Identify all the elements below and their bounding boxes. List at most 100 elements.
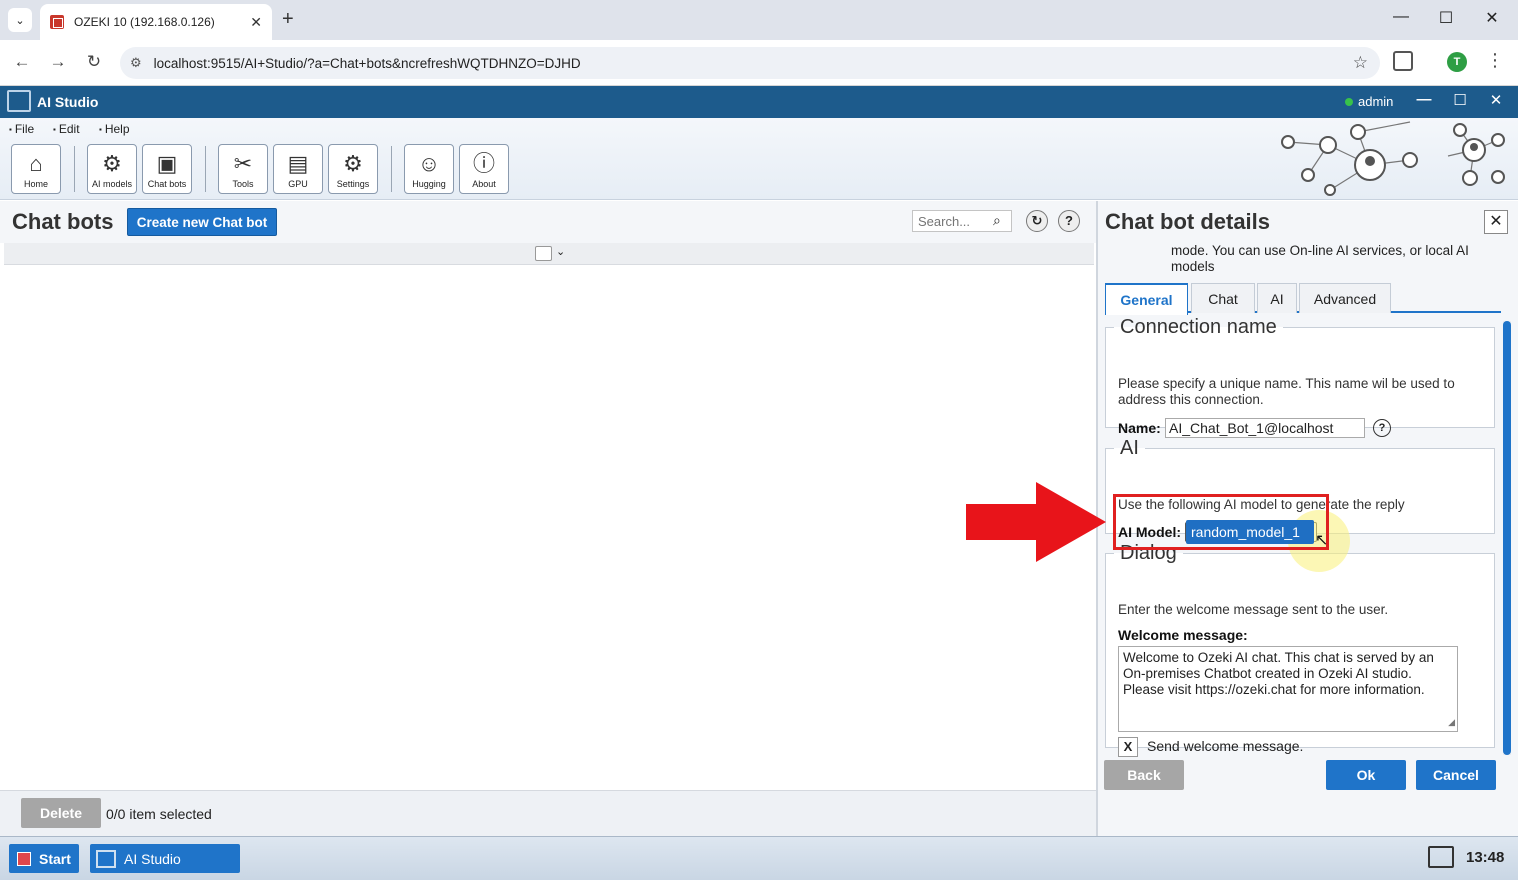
- online-status-icon: [1345, 98, 1353, 106]
- bookmark-star-icon[interactable]: ☆: [1353, 53, 1368, 73]
- profile-avatar[interactable]: T: [1447, 52, 1467, 72]
- tab-search-button[interactable]: ⌄: [8, 8, 32, 32]
- ai-studio-logo-icon: [7, 90, 31, 112]
- resize-handle-icon[interactable]: ◢: [1448, 714, 1455, 730]
- name-label: Name:: [1118, 420, 1161, 436]
- browser-menu-icon[interactable]: ⋮: [1486, 50, 1504, 71]
- maximize-window-icon[interactable]: ☐: [1431, 8, 1461, 28]
- scrollbar-thumb[interactable]: [1503, 321, 1511, 755]
- ai-legend: AI: [1120, 437, 1139, 459]
- gear-head-icon: ⚙: [102, 151, 122, 176]
- info-icon: ⓘ: [472, 151, 495, 176]
- hugging-button[interactable]: ☺ Hugging: [404, 144, 454, 194]
- extensions-icon[interactable]: [1393, 51, 1413, 71]
- app-minimize-icon[interactable]: —: [1413, 91, 1435, 108]
- gpu-chart-icon: ▤: [287, 151, 309, 176]
- tab-advanced[interactable]: Advanced: [1299, 283, 1391, 313]
- red-arrow-icon: [966, 482, 1106, 562]
- home-icon: ⌂: [29, 151, 43, 176]
- menu-help[interactable]: Help: [99, 122, 130, 136]
- tab-chat[interactable]: Chat: [1191, 283, 1255, 313]
- app-title-bar: AI Studio admin — ☐ ✕: [0, 86, 1518, 118]
- list-header: ⌄: [4, 243, 1094, 265]
- forward-arrow-icon[interactable]: →: [47, 52, 69, 72]
- ok-button[interactable]: Ok: [1326, 760, 1406, 790]
- create-chat-bot-button[interactable]: Create new Chat bot: [127, 208, 277, 236]
- address-bar[interactable]: ⚙ localhost:9515/AI+Studio/?a=Chat+bots&…: [120, 47, 1380, 79]
- highlight-box: [1113, 494, 1329, 550]
- tools-label: Tools: [232, 179, 254, 189]
- welcome-message-textarea[interactable]: Welcome to Ozeki AI chat. This chat is s…: [1118, 646, 1458, 732]
- details-tabs: General Chat AI Advanced: [1105, 283, 1501, 315]
- delete-button[interactable]: Delete: [21, 798, 101, 828]
- home-label: Home: [23, 179, 48, 189]
- send-welcome-checkbox[interactable]: X: [1118, 737, 1138, 757]
- ai-models-label: AI models: [91, 179, 133, 189]
- welcome-message-label: Welcome message:: [1118, 627, 1248, 643]
- reload-icon[interactable]: ↻: [83, 52, 105, 72]
- name-help-icon[interactable]: ?: [1373, 419, 1391, 437]
- list-footer: Delete 0/0 item selected: [0, 790, 1096, 836]
- details-title: Chat bot details: [1105, 209, 1271, 234]
- select-all-checkbox[interactable]: [535, 246, 552, 261]
- taskbar-app-label: AI Studio: [124, 850, 181, 867]
- taskbar: Start AI Studio 13:48: [0, 836, 1518, 880]
- connection-name-legend: Connection name: [1120, 316, 1277, 338]
- tab-general[interactable]: General: [1105, 283, 1188, 315]
- tools-button[interactable]: ✂ Tools: [218, 144, 268, 194]
- chevron-down-icon[interactable]: ⌄: [556, 245, 565, 258]
- refresh-icon[interactable]: ↻: [1026, 210, 1048, 232]
- app-close-icon[interactable]: ✕: [1485, 91, 1507, 109]
- toolbar-divider: [74, 146, 75, 192]
- browser-tab-title: OZEKI 10 (192.168.0.126): [74, 15, 215, 29]
- user-name[interactable]: admin: [1358, 94, 1393, 109]
- site-info-icon[interactable]: ⚙: [130, 55, 142, 71]
- network-graphic-icon: [1281, 121, 1505, 196]
- hugging-label: Hugging: [412, 179, 446, 189]
- browser-tab[interactable]: OZEKI 10 (192.168.0.126) ✕: [40, 4, 272, 40]
- settings-gear-icon: ⚙: [343, 151, 363, 176]
- home-button[interactable]: ⌂ Home: [11, 144, 61, 194]
- help-icon[interactable]: ?: [1058, 210, 1080, 232]
- tools-icon: ✂: [233, 151, 253, 176]
- close-window-icon[interactable]: ✕: [1477, 8, 1507, 28]
- close-details-icon[interactable]: ✕: [1484, 210, 1508, 234]
- mouse-cursor-icon: ↖: [1315, 532, 1329, 549]
- new-tab-icon[interactable]: +: [282, 8, 294, 31]
- close-tab-icon[interactable]: ✕: [250, 14, 262, 31]
- hugging-face-icon: ☺: [417, 151, 441, 176]
- send-welcome-label: Send welcome message.: [1147, 738, 1304, 754]
- keyboard-icon[interactable]: [1428, 846, 1454, 868]
- connection-description: Please specify a unique name. This name …: [1118, 376, 1455, 407]
- chat-bots-header: Chat bots Create new Chat bot ⌕ ↻ ?: [0, 201, 1096, 243]
- about-button[interactable]: ⓘ About: [459, 144, 509, 194]
- dialog-description: Enter the welcome message sent to the us…: [1118, 602, 1389, 617]
- ai-models-button[interactable]: ⚙ AI models: [87, 144, 137, 194]
- toolbar-divider: [391, 146, 392, 192]
- browser-tab-strip: ⌄ OZEKI 10 (192.168.0.126) ✕ + — ☐ ✕: [0, 0, 1518, 40]
- search-icon[interactable]: ⌕: [993, 212, 1001, 229]
- clock: 13:48: [1466, 849, 1505, 866]
- gpu-button[interactable]: ▤ GPU: [273, 144, 323, 194]
- settings-button[interactable]: ⚙ Settings: [328, 144, 378, 194]
- start-logo-icon: [17, 851, 31, 866]
- app-toolbar: File Edit Help ⌂ Home ⚙ AI models ▣ Chat…: [0, 118, 1518, 200]
- chat-bots-button[interactable]: ▣ Chat bots: [142, 144, 192, 194]
- app-maximize-icon[interactable]: ☐: [1449, 91, 1471, 109]
- browser-toolbar: ← → ↻ ⚙ localhost:9515/AI+Studio/?a=Chat…: [0, 40, 1518, 86]
- back-arrow-icon[interactable]: ←: [11, 52, 33, 72]
- taskbar-ai-studio[interactable]: AI Studio: [90, 844, 240, 873]
- start-button[interactable]: Start: [9, 844, 79, 873]
- menu-edit[interactable]: Edit: [53, 122, 80, 136]
- url-text: localhost:9515/AI+Studio/?a=Chat+bots&nc…: [153, 55, 581, 71]
- cancel-button[interactable]: Cancel: [1416, 760, 1496, 790]
- selection-status: 0/0 item selected: [106, 806, 212, 822]
- back-button[interactable]: Back: [1104, 760, 1184, 790]
- ai-studio-icon: [96, 849, 116, 868]
- tab-ai[interactable]: AI: [1257, 283, 1297, 313]
- menu-file[interactable]: File: [9, 122, 34, 136]
- app-title: AI Studio: [37, 94, 99, 110]
- name-input[interactable]: AI_Chat_Bot_1@localhost: [1165, 418, 1365, 438]
- details-intro: mode. You can use On-line AI services, o…: [1171, 243, 1469, 274]
- minimize-window-icon[interactable]: —: [1386, 8, 1416, 26]
